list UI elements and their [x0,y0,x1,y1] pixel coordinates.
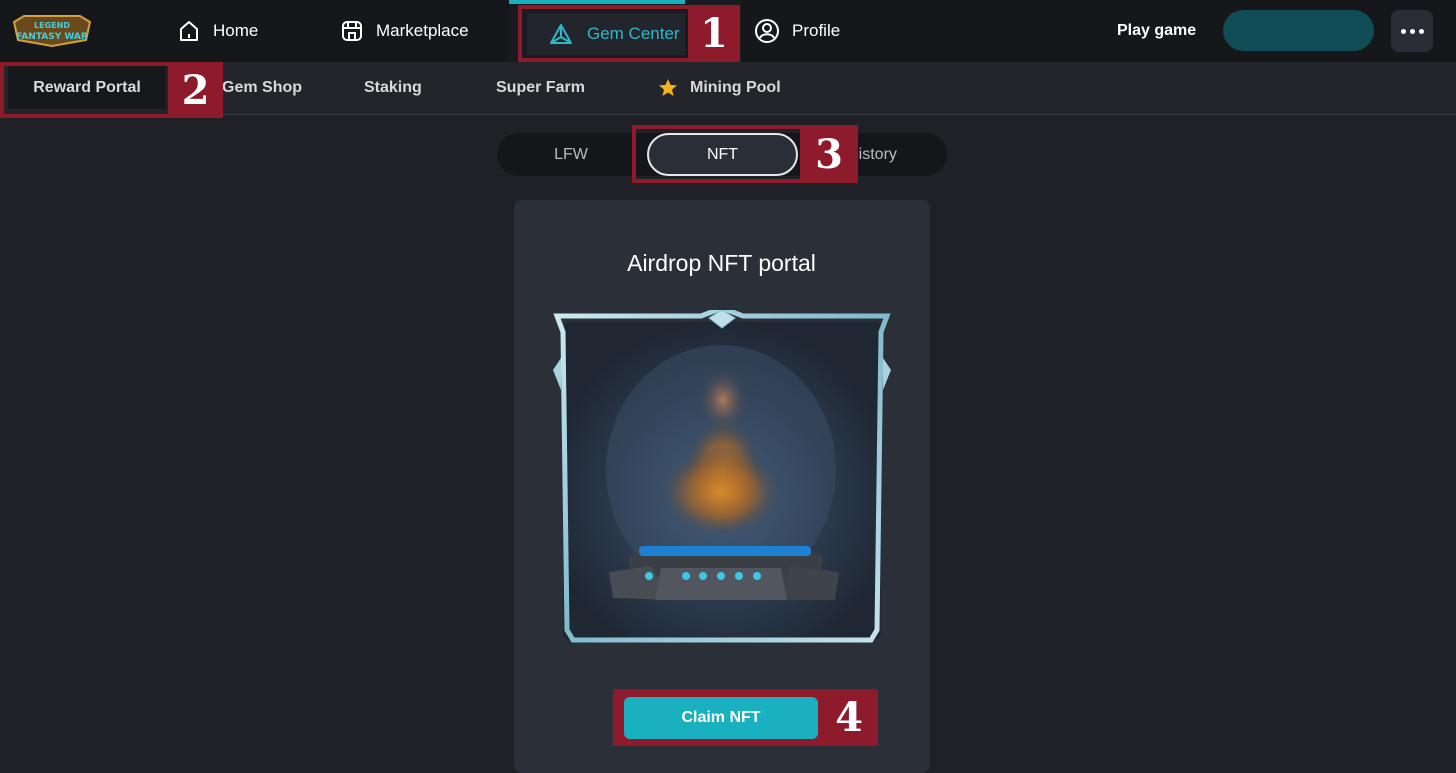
star-icon [659,79,677,96]
nav-profile-label: Profile [792,21,841,40]
tab-lfw-label: LFW [554,145,588,163]
annotation-number-2: 2 [168,62,223,118]
nav-marketplace-label: Marketplace [376,21,469,40]
svg-text:FANTASY WAR: FANTASY WAR [16,32,88,42]
claim-nft-button[interactable]: Claim NFT [624,697,818,739]
game-logo[interactable]: LEGEND FANTASY WAR [10,12,94,48]
nav-profile[interactable]: Profile [754,0,840,62]
user-icon [755,19,779,43]
subnav-super-farm-label: Super Farm [496,79,585,96]
nft-preview-image [553,310,891,643]
subnav-gem-shop-label: Gem Shop [222,79,303,96]
subnav-super-farm[interactable]: Super Farm [496,62,585,114]
claim-nft-label: Claim NFT [681,709,761,726]
annotation-number-4: 4 [820,689,878,746]
play-game-link[interactable]: Play game [1117,22,1196,40]
subnav-gem-shop[interactable]: Gem Shop [222,62,302,114]
subnav-staking[interactable]: Staking [364,62,422,114]
annotation-number-1: 1 [688,5,740,62]
more-dot-icon [1400,28,1406,34]
nav-home-label: Home [213,21,259,40]
more-menu-button[interactable] [1391,10,1433,52]
more-dot-icon [1418,28,1424,34]
nav-marketplace[interactable]: Marketplace [340,0,469,62]
annotation-number-3: 3 [800,125,858,183]
wallet-button[interactable] [1223,10,1374,51]
nav-home[interactable]: Home [177,0,258,62]
subnav-mining-pool[interactable]: Mining Pool [658,62,781,114]
active-tab-indicator [509,0,685,4]
page: LEGEND FANTASY WAR Home Marketplace Gem … [0,0,1456,773]
card-title: Airdrop NFT portal [627,250,816,276]
more-dot-icon [1409,28,1415,34]
home-icon [180,21,198,41]
subnav-mining-pool-label: Mining Pool [690,79,781,96]
svg-text:LEGEND: LEGEND [34,21,70,30]
tab-lfw[interactable]: LFW [497,133,645,176]
subnav-staking-label: Staking [364,79,422,96]
store-icon [342,21,362,41]
